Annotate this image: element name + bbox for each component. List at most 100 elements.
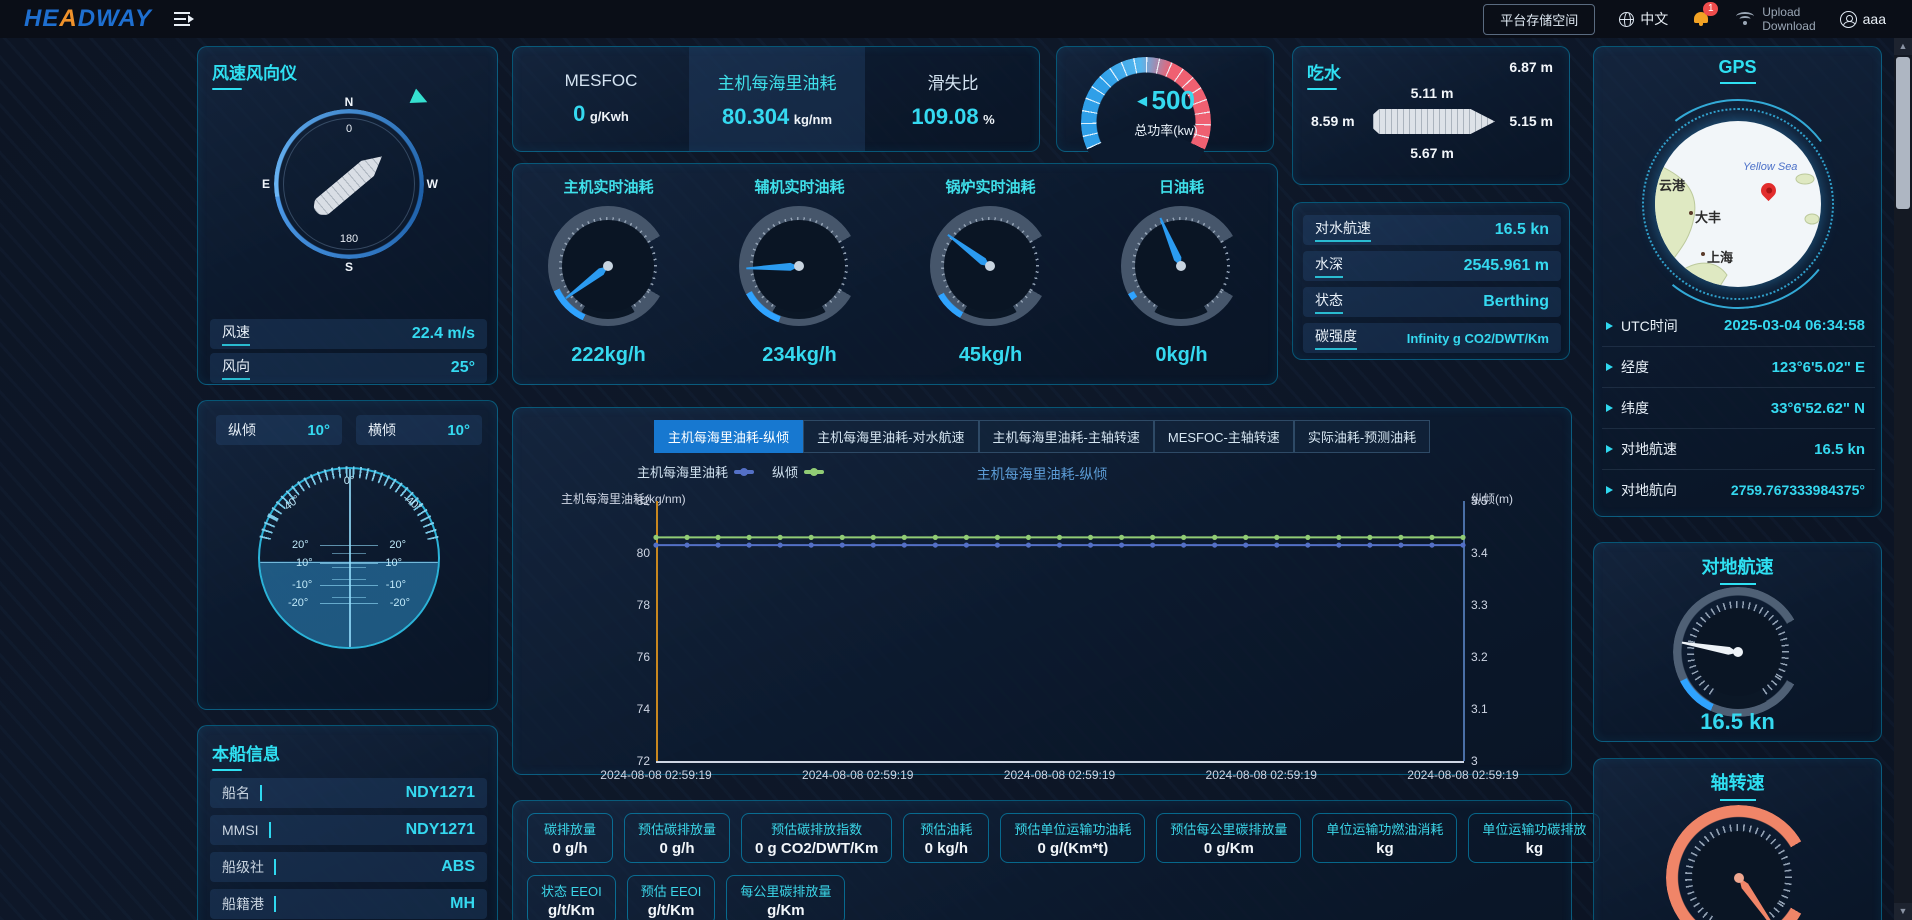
- shaft-title: 轴转速: [1594, 769, 1881, 795]
- map-dot: [1701, 252, 1705, 256]
- sog-value: 16.5 kn: [1594, 709, 1881, 735]
- incl-row-label: -20°: [288, 597, 308, 609]
- tab-fuel-shaft[interactable]: 主机每海里油耗-主轴转速: [979, 420, 1154, 453]
- gps-map: Yellow Sea 云港 大丰 上海: [1655, 121, 1821, 287]
- incl-0: 0°: [344, 475, 355, 487]
- draft-title: 吃水: [1307, 59, 1341, 84]
- tab-fuel-trim[interactable]: 主机每海里油耗-纵倾: [654, 420, 803, 453]
- mesfoc-card: MESFOC 0 g/Kwh 主机每海里油耗 80.304 kg/nm 滑失比 …: [512, 46, 1040, 152]
- boiler-fuel-gauge: 锅炉实时油耗 45kg/h: [895, 164, 1086, 386]
- notification-bell[interactable]: 1: [1692, 9, 1712, 29]
- arrow-icon: [1606, 363, 1613, 371]
- wind-compass: N 0 E W 180 S: [274, 109, 424, 259]
- chart-tabs: 主机每海里油耗-纵倾主机每海里油耗-对水航速主机每海里油耗-主轴转速MESFOC…: [513, 420, 1571, 453]
- draft-card: 吃水 6.87 m 5.11 m 8.59 m 5.15 m 5.67 m: [1292, 46, 1570, 185]
- gps-title: GPS: [1594, 57, 1881, 78]
- wind-card: 风速风向仪 N 0 E W 180 S 风速22.4 m/s 风向25°: [197, 46, 498, 385]
- stat-chip: 预估碳排放量0 g/h: [624, 813, 730, 863]
- incl-row-label: 20°: [292, 539, 309, 551]
- compass-w: W: [427, 177, 438, 191]
- headway-logo: HEADWAY: [24, 5, 152, 33]
- total-power-card: ◀ 500 总功率(kw): [1056, 46, 1274, 152]
- emission-stats-card: 碳排放量0 g/h 预估碳排放量0 g/h 预估碳排放指数0 g CO2/DWT…: [512, 800, 1572, 920]
- top-bar: HEADWAY 平台存储空间 中文 1 UploadDownload aaa: [0, 0, 1912, 38]
- draft-top: 5.11 m: [1293, 85, 1571, 101]
- sidebar-collapse-icon[interactable]: [174, 12, 194, 26]
- compass-n: N: [345, 95, 354, 109]
- map-dot: [1689, 211, 1693, 215]
- stat-chip: 预估碳排放指数0 g CO2/DWT/Km: [741, 813, 892, 863]
- language-label: 中文: [1640, 9, 1668, 29]
- shaft-speed-card: 轴转速: [1593, 758, 1882, 920]
- upload-download[interactable]: UploadDownload: [1736, 5, 1815, 33]
- stat-chip: 预估每公里碳排放量0 g/Km: [1156, 813, 1301, 863]
- inclinometer-card: 纵倾10° 横倾10° 0° 40° -40° 20° 20° 10° 10° …: [197, 400, 498, 710]
- stat-chip: 单位运输功碳排放kg: [1468, 813, 1600, 863]
- aux-engine-fuel-gauge: 辅机实时油耗 234kg/h: [704, 164, 895, 386]
- heel-chip: 横倾10°: [356, 415, 482, 445]
- scroll-up-icon[interactable]: ▲: [1894, 38, 1912, 55]
- power-value: 500: [1152, 85, 1195, 115]
- compass-s: S: [345, 260, 353, 274]
- stats-row-2: 状态 EEOIg/t/Km 预估 EEOIg/t/Km 每公里碳排放量g/Km: [527, 875, 845, 920]
- trim-chip: 纵倾10°: [216, 415, 342, 445]
- incl-row-label: -10°: [292, 579, 312, 591]
- globe-icon: [1619, 12, 1634, 27]
- water-depth-row: 水深2545.961 m: [1303, 251, 1561, 281]
- wind-direction-row: 风向25°: [210, 353, 487, 383]
- tab-actual-predicted[interactable]: 实际油耗-预测油耗: [1294, 420, 1430, 453]
- upload-download-label: UploadDownload: [1762, 5, 1815, 33]
- tab-fuel-stw[interactable]: 主机每海里油耗-对水航速: [803, 420, 978, 453]
- fuel-trim-chart-card: 主机每海里油耗-纵倾主机每海里油耗-对水航速主机每海里油耗-主轴转速MESFOC…: [512, 407, 1572, 775]
- arrow-icon: [1606, 445, 1613, 453]
- draft-top-right: 6.87 m: [1509, 59, 1553, 75]
- ship-name-row: 船名 NDY1271: [210, 778, 487, 808]
- scroll-down-icon[interactable]: ▼: [1894, 903, 1912, 920]
- gps-card: GPS Yellow Sea 云港 大丰 上海: [1593, 46, 1882, 517]
- draft-left: 8.59 m: [1311, 113, 1355, 129]
- platform-storage-button[interactable]: 平台存储空间: [1483, 4, 1595, 35]
- chart-plot[interactable]: [656, 501, 1463, 761]
- chart-yticks-left: 828078767472: [608, 493, 650, 769]
- map-sea-label: Yellow Sea: [1743, 161, 1797, 173]
- longitude-row: 经度123°6'5.02" E: [1602, 346, 1875, 387]
- stat-chip: 状态 EEOIg/t/Km: [527, 875, 616, 920]
- user-menu[interactable]: aaa: [1840, 11, 1886, 28]
- map-place-shanghai: 上海: [1707, 247, 1733, 266]
- draft-bottom: 5.67 m: [1293, 145, 1571, 161]
- language-selector[interactable]: 中文: [1619, 9, 1668, 29]
- inclinometer-gauge: 0° 40° -40° 20° 20° 10° 10° -10° -10° -2…: [258, 467, 440, 649]
- sog-title: 对地航速: [1594, 553, 1881, 579]
- carbon-intensity-row: 碳强度Infinity g CO2/DWT/Km: [1303, 323, 1561, 353]
- stats-row-1: 碳排放量0 g/h 预估碳排放量0 g/h 预估碳排放指数0 g CO2/DWT…: [527, 813, 1600, 863]
- arrow-icon: [1606, 486, 1613, 494]
- sog-row: 对地航速16.5 kn: [1602, 428, 1875, 469]
- stat-chip: 碳排放量0 g/h: [527, 813, 613, 863]
- tab-mesfoc-shaft[interactable]: MESFOC-主轴转速: [1154, 420, 1294, 453]
- wind-direction-arrow-icon: [409, 88, 430, 109]
- main-content: 风速风向仪 N 0 E W 180 S 风速22.4 m/s 风向25° 纵倾1…: [0, 38, 1912, 920]
- stat-chip: 每公里碳排放量g/Km: [726, 875, 845, 920]
- draft-ship-icon: [1373, 109, 1495, 134]
- arrow-icon: [1606, 404, 1613, 412]
- user-icon: [1840, 11, 1857, 28]
- stat-chip: 预估单位运输功油耗0 g/(Km*t): [1000, 813, 1145, 863]
- draft-right: 5.15 m: [1509, 113, 1553, 129]
- chart-yticks-right: 3.53.43.33.23.13: [1471, 493, 1513, 769]
- stat-chip: 单位运输功燃油消耗kg: [1312, 813, 1457, 863]
- speed-status-panel: 对水航速16.5 kn 水深2545.961 m 状态Berthing 碳强度I…: [1292, 202, 1570, 360]
- scrollbar-thumb[interactable]: [1896, 57, 1910, 209]
- chart-xlabels: 2024-08-08 02:59:192024-08-08 02:59:1920…: [564, 768, 1555, 782]
- page-scrollbar[interactable]: ▲ ▼: [1894, 38, 1912, 920]
- power-pointer-icon: ◀: [1137, 93, 1147, 108]
- incl-row-label: -20°: [390, 597, 410, 609]
- mmsi-row: MMSI NDY1271: [210, 815, 487, 845]
- wind-speed-row: 风速22.4 m/s: [210, 319, 487, 349]
- utc-time-row: UTC时间2025-03-04 06:34:58: [1602, 305, 1875, 346]
- incl-row-label: -10°: [386, 579, 406, 591]
- port-registry-row: 船籍港 MH: [210, 889, 487, 919]
- stat-chip: 预估 EEOIg/t/Km: [627, 875, 716, 920]
- incl-row-label: 10°: [296, 557, 313, 569]
- mesfoc-col: MESFOC 0 g/Kwh: [513, 47, 689, 151]
- chart-axis-bottom: [656, 761, 1464, 763]
